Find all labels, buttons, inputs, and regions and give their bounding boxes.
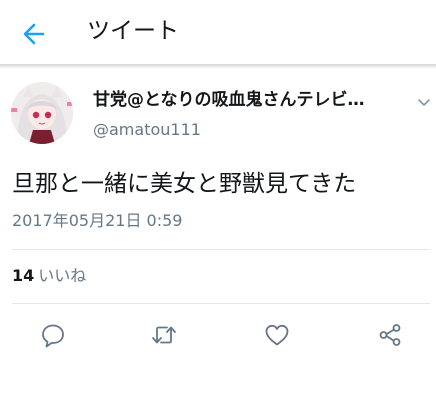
reply-icon bbox=[42, 324, 64, 348]
likes-count: 14 bbox=[12, 266, 35, 285]
reply-button[interactable] bbox=[38, 320, 68, 350]
arrow-left-icon bbox=[23, 23, 45, 45]
like-button[interactable] bbox=[262, 320, 292, 350]
chevron-down-icon bbox=[418, 99, 430, 106]
retweet-icon bbox=[152, 326, 176, 344]
divider bbox=[12, 249, 430, 250]
top-bar: ツイート bbox=[0, 0, 436, 64]
likes-stat[interactable]: 14 いいね bbox=[12, 265, 86, 287]
avatar-illustration bbox=[11, 82, 73, 144]
author-handle[interactable]: @amatou111 bbox=[93, 119, 201, 141]
more-options-button[interactable] bbox=[414, 92, 434, 112]
tweet-text: 旦那と一緒に美女と野獣見てきた bbox=[12, 171, 357, 197]
page-title: ツイート bbox=[87, 18, 179, 44]
share-icon bbox=[379, 324, 401, 346]
divider bbox=[12, 303, 430, 304]
heart-icon bbox=[265, 324, 289, 346]
author-name[interactable]: 甘党@となりの吸血鬼さんテレビ… bbox=[93, 88, 393, 112]
likes-label: いいね bbox=[38, 266, 87, 285]
tweet-timestamp: 2017年05月21日 0:59 bbox=[12, 211, 183, 230]
avatar[interactable] bbox=[11, 82, 73, 144]
header-shadow bbox=[0, 64, 436, 69]
back-button[interactable] bbox=[18, 18, 50, 50]
share-button[interactable] bbox=[375, 320, 405, 350]
retweet-button[interactable] bbox=[149, 320, 179, 350]
